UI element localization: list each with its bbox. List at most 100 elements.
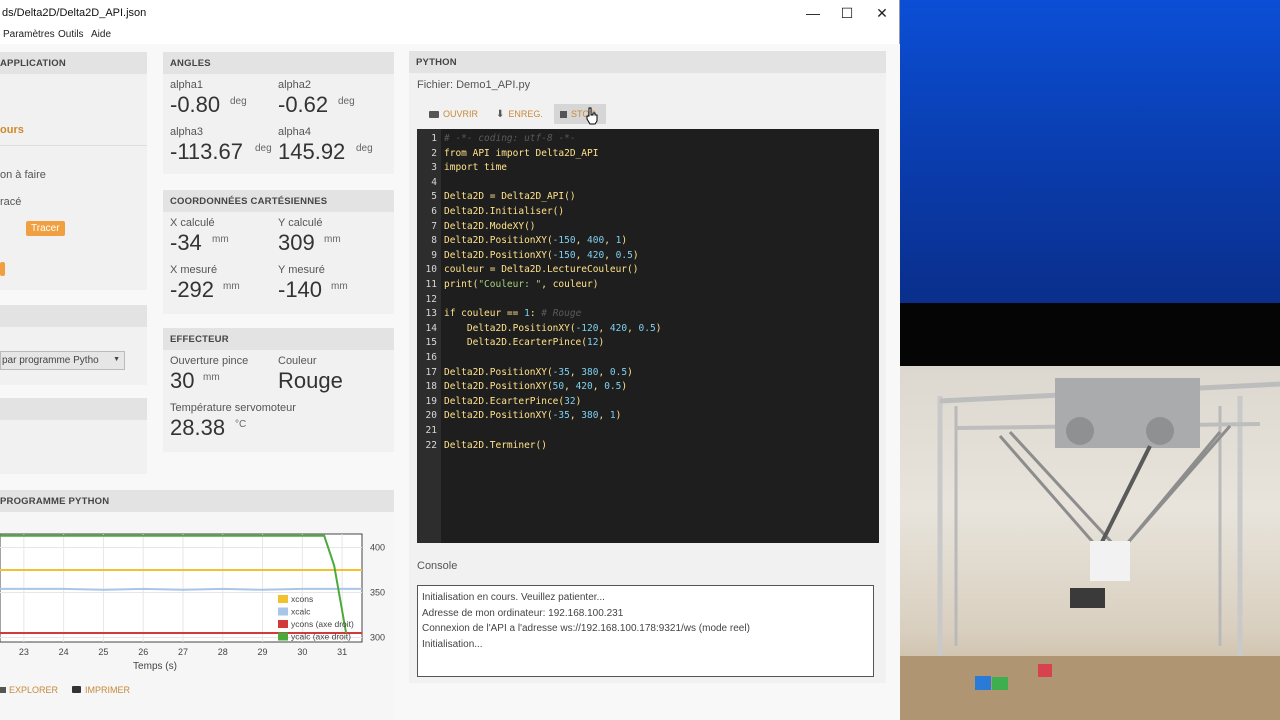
alpha2-value: -0.62 bbox=[278, 92, 329, 117]
maximize-button[interactable]: ☐ bbox=[830, 0, 864, 26]
y-calc-unit: mm bbox=[324, 234, 341, 245]
save-button[interactable]: ⬇ ENREG. bbox=[490, 104, 549, 124]
temperature-value: 28.38 bbox=[170, 415, 226, 440]
x-tick-label: 29 bbox=[258, 647, 268, 657]
mode-panel: par programme Pytho ▼ bbox=[0, 305, 147, 385]
y-measured-unit: mm bbox=[331, 281, 348, 292]
x-measured-unit: mm bbox=[223, 281, 240, 292]
menu-parametres[interactable]: Paramètres bbox=[3, 29, 55, 40]
desktop-taskbar-area bbox=[900, 303, 1280, 366]
coordinates-header: COORDONNÉES CARTÉSIENNES bbox=[163, 190, 394, 212]
couleur-label: Couleur bbox=[278, 355, 317, 367]
code-line: Delta2D.EcarterPince(12) bbox=[444, 337, 605, 349]
code-line: Delta2D.PositionXY(50, 420, 0.5) bbox=[444, 381, 628, 393]
alpha3-label: alpha3 bbox=[170, 126, 204, 138]
orange-toggle[interactable] bbox=[0, 262, 5, 276]
alpha4-unit: deg bbox=[356, 143, 373, 154]
code-line: if couleur == 1: # Rouge bbox=[444, 308, 582, 320]
y-tick-label: 400 bbox=[370, 543, 385, 553]
y-measured-value: -140 bbox=[278, 277, 323, 302]
code-line: Delta2D.PositionXY(-120, 420, 0.5) bbox=[444, 322, 662, 334]
console-line: Connexion de l'API a l'adresse ws://192.… bbox=[422, 623, 750, 634]
window-title: ds/Delta2D/Delta2D_API.json bbox=[2, 7, 147, 19]
file-name: Fichier: Demo1_API.py bbox=[417, 79, 531, 91]
open-button-label: OUVRIR bbox=[443, 109, 479, 119]
line-number: 17 bbox=[425, 366, 437, 378]
save-button-label: ENREG. bbox=[508, 109, 543, 119]
console-output: Initialisation en cours. Veuillez patien… bbox=[417, 585, 874, 677]
desktop-background bbox=[900, 0, 1280, 303]
angles-header: ANGLES bbox=[163, 52, 394, 74]
hand-cursor-icon bbox=[586, 107, 598, 125]
console-line: Adresse de mon ordinateur: 192.168.100.2… bbox=[422, 607, 624, 619]
alpha1-label: alpha1 bbox=[170, 79, 204, 91]
line-gutter: 1 2 3 4 5 6 7 8 9 10 11 12 13 14 15 16 17 18 19 20 21 22 bbox=[417, 129, 441, 543]
x-tick-label: 31 bbox=[337, 647, 347, 657]
code-line: Delta2D.PositionXY(-35, 380, 0.5) bbox=[444, 366, 633, 378]
webcam-view bbox=[900, 366, 1280, 720]
x-tick-label: 23 bbox=[19, 647, 29, 657]
x-measured-label: X mesuré bbox=[170, 264, 218, 276]
effecteur-panel: EFFECTEUR Ouverture pince 30 mm Couleur … bbox=[163, 328, 394, 452]
code-line: from API import Delta2D_API bbox=[444, 147, 599, 159]
x-tick-label: 26 bbox=[138, 647, 148, 657]
mode-panel-header bbox=[0, 305, 147, 327]
tracer-button[interactable]: Tracer bbox=[26, 221, 65, 236]
line-number: 2 bbox=[431, 147, 437, 159]
code-editor[interactable]: 1 2 3 4 5 6 7 8 9 10 11 12 13 14 15 16 17 18 19 20 21 22 # -*… bbox=[417, 129, 879, 543]
line-number: 4 bbox=[431, 176, 437, 188]
python-panel: PYTHON Fichier: Demo1_API.py OUVRIR ⬇ ENR… bbox=[409, 51, 886, 683]
code-line: Delta2D = Delta2D_API() bbox=[444, 191, 576, 203]
line-number: 13 bbox=[425, 308, 437, 320]
print-button[interactable]: IMPRIMER bbox=[72, 685, 130, 695]
explorer-button[interactable]: EXPLORER bbox=[0, 685, 58, 695]
minimize-button[interactable]: — bbox=[796, 0, 830, 26]
line-number: 19 bbox=[425, 395, 437, 407]
code-line: Delta2D.PositionXY(-150, 420, 0.5) bbox=[444, 249, 639, 261]
chevron-down-icon: ▼ bbox=[113, 356, 120, 363]
couleur-value: Rouge bbox=[278, 368, 343, 393]
line-number: 5 bbox=[431, 191, 437, 203]
x-axis-label: Temps (s) bbox=[133, 661, 177, 672]
menu-aide[interactable]: Aide bbox=[91, 29, 111, 40]
line-number: 20 bbox=[425, 410, 437, 422]
alpha3-unit: deg bbox=[255, 143, 272, 154]
close-button[interactable]: ✕ bbox=[865, 0, 899, 26]
code-line: import time bbox=[444, 162, 507, 174]
line-number: 8 bbox=[431, 235, 437, 247]
line-number: 14 bbox=[425, 322, 437, 334]
pince-value: 30 bbox=[170, 368, 195, 393]
printer-icon bbox=[72, 686, 81, 693]
code-line: couleur = Delta2D.LectureCouleur() bbox=[444, 264, 639, 276]
print-label: IMPRIMER bbox=[85, 685, 130, 695]
line-number: 18 bbox=[425, 381, 437, 393]
x-calc-label: X calculé bbox=[170, 217, 215, 229]
mode-select[interactable]: par programme Pytho ▼ bbox=[0, 351, 125, 370]
menu-outils[interactable]: Outils bbox=[58, 29, 84, 40]
code-line: Delta2D.ModeXY() bbox=[444, 220, 536, 232]
legend-swatch bbox=[278, 607, 288, 616]
line-number: 6 bbox=[431, 206, 437, 217]
line-number: 1 bbox=[431, 133, 437, 144]
line-number: 16 bbox=[425, 352, 437, 363]
x-tick-label: 27 bbox=[178, 647, 188, 657]
x-tick-label: 28 bbox=[218, 647, 228, 657]
temperature-label: Température servomoteur bbox=[170, 402, 296, 414]
menu-bar: Paramètres Outils Aide bbox=[0, 26, 899, 44]
alpha1-value: -0.80 bbox=[170, 92, 221, 117]
code-line: Delta2D.Initialiser() bbox=[444, 206, 565, 217]
open-button[interactable]: OUVRIR bbox=[423, 104, 484, 124]
line-number: 9 bbox=[431, 249, 437, 261]
angles-panel: ANGLES alpha1 -0.80 deg alpha2 -0.62 deg… bbox=[163, 52, 394, 174]
app-item-trace[interactable]: racé bbox=[0, 196, 21, 208]
python-header: PYTHON bbox=[409, 51, 886, 73]
app-item-action[interactable]: on à faire bbox=[0, 169, 46, 181]
line-number: 3 bbox=[431, 162, 437, 174]
y-tick-label: 300 bbox=[370, 633, 385, 643]
legend-label: ycons (axe droit) bbox=[291, 619, 354, 629]
folder-icon bbox=[429, 111, 439, 118]
x-tick-label: 30 bbox=[297, 647, 307, 657]
temperature-unit: °C bbox=[235, 419, 247, 430]
app-item-orange[interactable]: ours bbox=[0, 124, 24, 136]
legend-label: xcons bbox=[291, 594, 313, 604]
